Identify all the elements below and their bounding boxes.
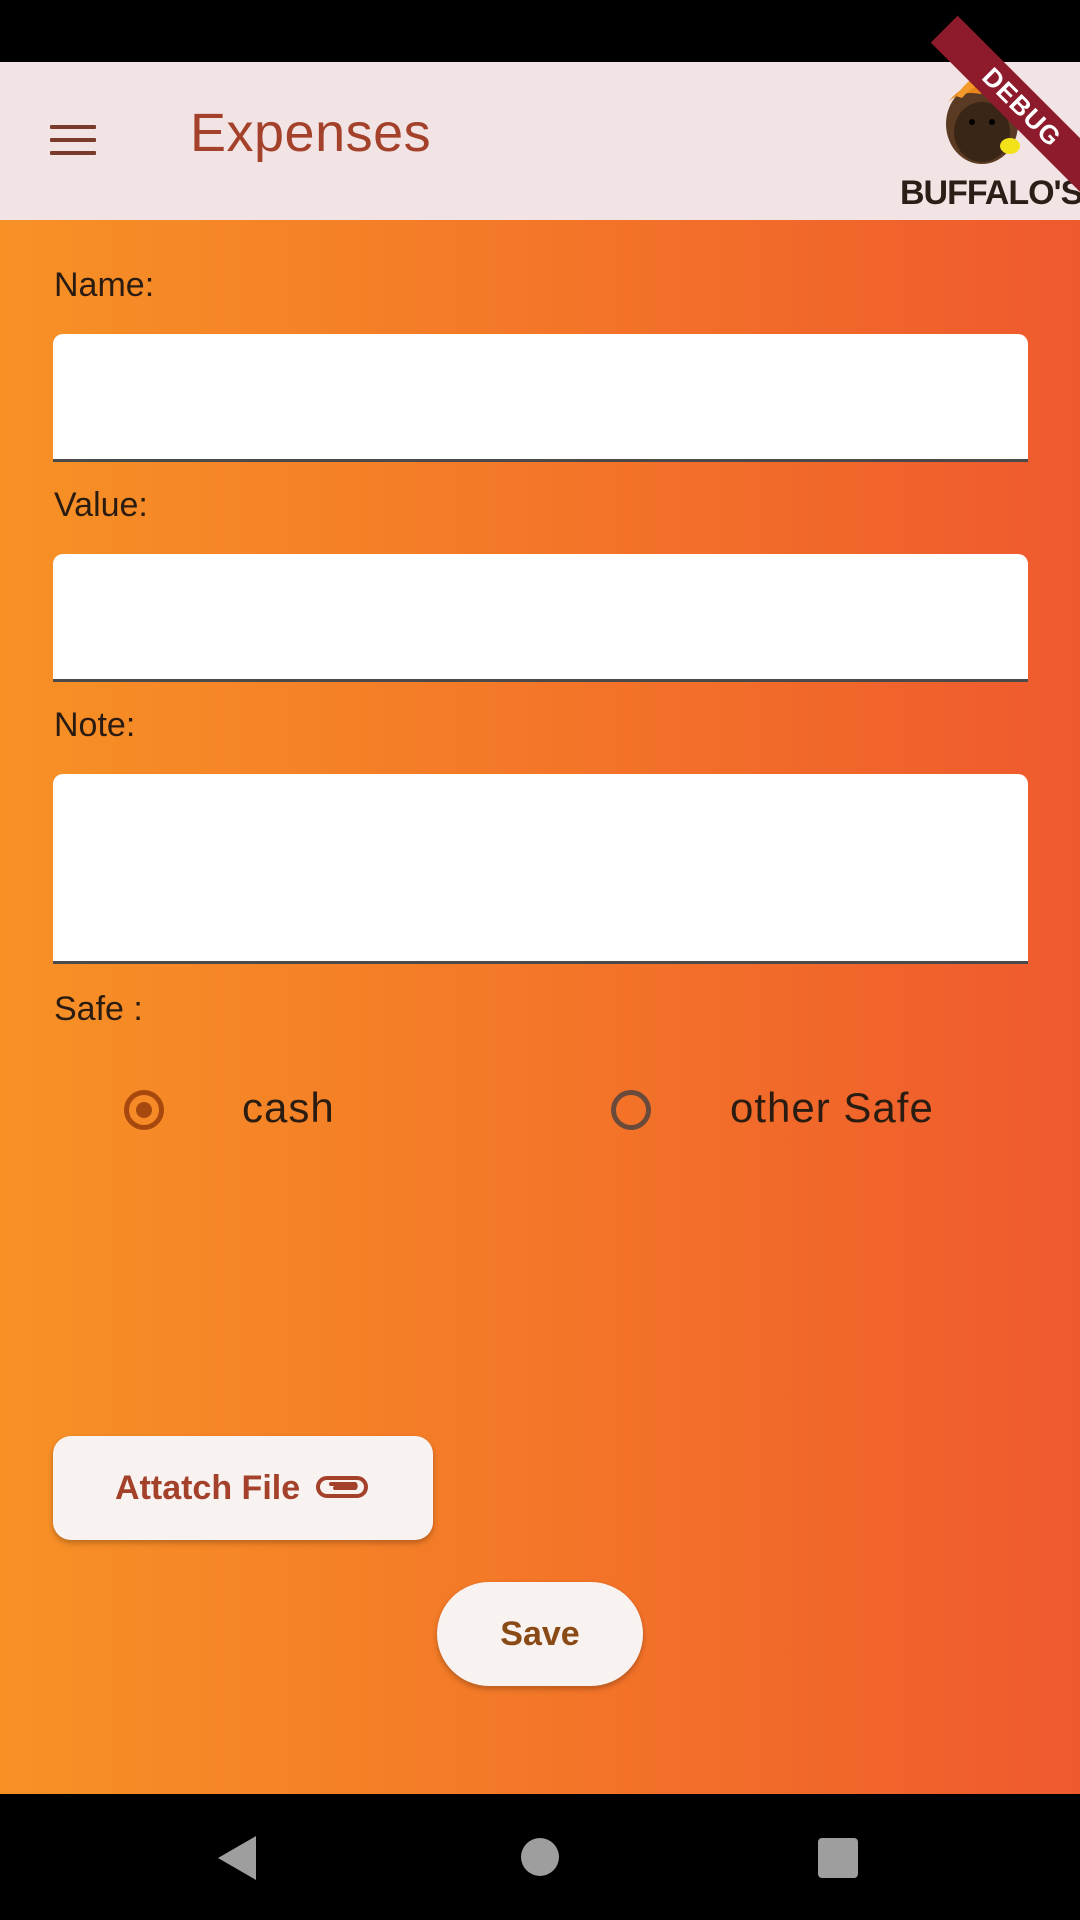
- logo-text: BUFFALO'S: [900, 174, 1080, 212]
- app-screen: Expenses BUFFALO'S DEBUG Name: Value: No…: [0, 0, 1080, 1920]
- note-label: Note:: [54, 706, 136, 744]
- back-triangle-icon[interactable]: [218, 1836, 256, 1880]
- save-button[interactable]: Save: [437, 1582, 643, 1686]
- name-label: Name:: [54, 266, 155, 304]
- page-title: Expenses: [190, 103, 432, 163]
- attach-file-button[interactable]: Attatch File: [53, 1436, 433, 1540]
- radio-cash-label[interactable]: cash: [242, 1084, 335, 1132]
- app-bar: Expenses BUFFALO'S DEBUG: [0, 15, 1080, 220]
- radio-cash[interactable]: [124, 1090, 164, 1130]
- status-bar: [0, 0, 1080, 62]
- safe-label: Safe :: [54, 990, 143, 1028]
- attach-file-label: Attatch File: [115, 1468, 301, 1507]
- value-field[interactable]: [53, 554, 1028, 682]
- radio-other-safe-label[interactable]: other Safe: [730, 1084, 934, 1132]
- recent-square-icon[interactable]: [818, 1838, 858, 1878]
- expense-form: Name: Value: Note: Safe : cash other Saf…: [0, 220, 1080, 1794]
- radio-other-safe[interactable]: [611, 1090, 651, 1130]
- name-field[interactable]: [53, 334, 1028, 462]
- home-circle-icon[interactable]: [521, 1838, 559, 1876]
- note-field[interactable]: [53, 774, 1028, 964]
- paperclip-icon: [316, 1476, 368, 1498]
- value-label: Value:: [54, 486, 148, 524]
- system-nav-bar: [0, 1794, 1080, 1920]
- hamburger-menu-icon[interactable]: [42, 112, 104, 168]
